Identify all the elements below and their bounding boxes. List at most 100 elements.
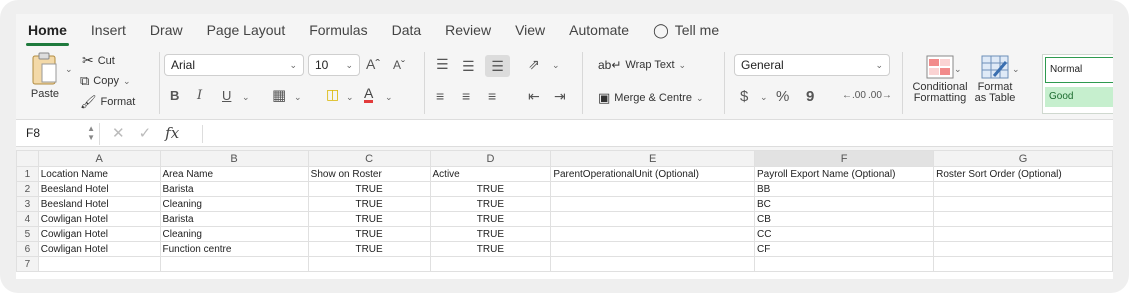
number-format-select[interactable]: General ⌄	[734, 54, 890, 76]
tab-automate[interactable]: Automate	[557, 15, 641, 45]
tab-review[interactable]: Review	[433, 15, 503, 45]
cell[interactable]: CF	[754, 241, 935, 257]
tab-insert[interactable]: Insert	[79, 15, 138, 45]
tab-page-layout[interactable]: Page Layout	[195, 15, 298, 45]
cell[interactable]	[754, 256, 935, 272]
column-header-d[interactable]: D	[429, 150, 552, 167]
increase-indent-icon[interactable]: ⇥	[554, 88, 566, 105]
cell[interactable]	[159, 256, 309, 272]
underline-chevron-icon[interactable]: ⌄	[242, 92, 250, 103]
cell[interactable]: CC	[754, 226, 935, 242]
align-right-icon[interactable]: ≡	[488, 88, 496, 104]
tab-data[interactable]: Data	[380, 15, 434, 45]
cell[interactable]: CB	[754, 211, 935, 227]
cell[interactable]: TRUE	[429, 196, 552, 212]
cell[interactable]: Cowligan Hotel	[37, 211, 161, 227]
cell[interactable]: BC	[754, 196, 935, 212]
row-header[interactable]: 5	[16, 226, 39, 242]
borders-chevron-icon[interactable]: ⌄	[294, 92, 302, 103]
cell[interactable]	[933, 241, 1113, 257]
font-color-icon[interactable]: A	[364, 86, 374, 103]
cell[interactable]	[933, 196, 1113, 212]
cell[interactable]: Area Name	[159, 166, 309, 182]
align-middle-icon[interactable]: ☰	[462, 58, 475, 75]
format-painter-button[interactable]: 🖌 Format	[80, 94, 135, 110]
borders-icon[interactable]: ▦	[272, 86, 286, 104]
paste-chevron-icon[interactable]: ⌄	[65, 64, 73, 75]
conditional-formatting-button[interactable]: Conditional Formatting	[910, 54, 970, 104]
row-header[interactable]: 1	[16, 166, 39, 182]
cell[interactable]: Cleaning	[159, 226, 309, 242]
cell[interactable]	[37, 256, 161, 272]
cell[interactable]: Barista	[159, 211, 309, 227]
align-bottom-icon[interactable]: ☰	[485, 55, 510, 77]
font-color-chevron-icon[interactable]: ⌄	[385, 92, 393, 103]
fill-color-chevron-icon[interactable]: ⌄	[346, 92, 354, 103]
underline-button[interactable]: U	[222, 88, 231, 103]
column-header-c[interactable]: C	[307, 150, 431, 167]
cell[interactable]	[429, 256, 552, 272]
cell[interactable]: TRUE	[307, 226, 431, 242]
font-size-select[interactable]: 10 ⌄	[308, 54, 360, 76]
tell-me[interactable]: ◯ Tell me	[641, 15, 731, 45]
currency-chevron-icon[interactable]: ⌄	[760, 92, 768, 103]
name-box[interactable]: F8 ▲ ▼	[20, 123, 100, 145]
cell[interactable]: TRUE	[429, 181, 552, 197]
cell[interactable]	[550, 256, 756, 272]
font-name-select[interactable]: Arial ⌄	[164, 54, 304, 76]
italic-button[interactable]: I	[197, 88, 202, 103]
cell[interactable]: Show on Roster	[307, 166, 431, 182]
cancel-icon[interactable]: ✕	[112, 124, 125, 142]
row-header[interactable]: 2	[16, 181, 39, 197]
column-header-a[interactable]: A	[37, 150, 161, 167]
cell[interactable]	[933, 226, 1113, 242]
cell[interactable]: BB	[754, 181, 935, 197]
row-header[interactable]: 6	[16, 241, 39, 257]
insert-function-icon[interactable]: fx	[165, 124, 179, 142]
cut-button[interactable]: ✂ Cut	[82, 52, 115, 69]
select-all-corner[interactable]	[16, 150, 39, 167]
cell[interactable]: TRUE	[307, 196, 431, 212]
increase-font-size-icon[interactable]: Aˆ	[366, 56, 380, 72]
cell[interactable]: TRUE	[429, 226, 552, 242]
align-left-icon[interactable]: ≡	[436, 88, 444, 104]
cell[interactable]	[550, 181, 756, 197]
row-header[interactable]: 7	[16, 256, 39, 272]
decrease-decimal-icon[interactable]: .00→	[868, 90, 892, 101]
cell[interactable]: Active	[429, 166, 552, 182]
cell[interactable]	[933, 211, 1113, 227]
decrease-indent-icon[interactable]: ⇤	[528, 88, 540, 105]
align-top-icon[interactable]: ☰	[436, 56, 449, 73]
cell[interactable]	[550, 226, 756, 242]
style-normal[interactable]: Normal	[1045, 57, 1113, 83]
cell[interactable]: Cowligan Hotel	[37, 226, 161, 242]
row-header[interactable]: 3	[16, 196, 39, 212]
cell[interactable]	[550, 211, 756, 227]
column-header-e[interactable]: E	[550, 150, 756, 167]
format-as-table-button[interactable]: Format as Table	[972, 54, 1018, 104]
cell[interactable]	[550, 241, 756, 257]
row-header[interactable]: 4	[16, 211, 39, 227]
percent-button[interactable]: %	[776, 88, 789, 105]
column-header-g[interactable]: G	[933, 150, 1113, 167]
column-header-b[interactable]: B	[159, 150, 309, 167]
cell[interactable]: Barista	[159, 181, 309, 197]
cell[interactable]	[933, 181, 1113, 197]
cell[interactable]: TRUE	[429, 241, 552, 257]
tab-home[interactable]: Home	[16, 15, 79, 46]
tab-view[interactable]: View	[503, 15, 557, 45]
tab-formulas[interactable]: Formulas	[297, 15, 379, 45]
wrap-text-button[interactable]: ab↵ Wrap Text ⌄	[598, 58, 686, 72]
cell[interactable]: Beesland Hotel	[37, 196, 161, 212]
cell[interactable]: TRUE	[307, 211, 431, 227]
merge-center-button[interactable]: ▣ Merge & Centre ⌄	[598, 90, 704, 106]
cell[interactable]	[933, 256, 1113, 272]
spreadsheet-grid[interactable]: A B C D E F G 1 Location Name Area Name …	[16, 150, 1113, 279]
orientation-chevron-icon[interactable]: ⌄	[552, 60, 560, 71]
conditional-chevron-icon[interactable]: ⌄	[954, 64, 962, 75]
align-center-icon[interactable]: ≡	[462, 88, 470, 104]
cell[interactable]	[307, 256, 431, 272]
decrease-font-size-icon[interactable]: Aˇ	[393, 58, 405, 72]
cell[interactable]: Cowligan Hotel	[37, 241, 161, 257]
orientation-icon[interactable]: ⇗	[528, 56, 540, 73]
